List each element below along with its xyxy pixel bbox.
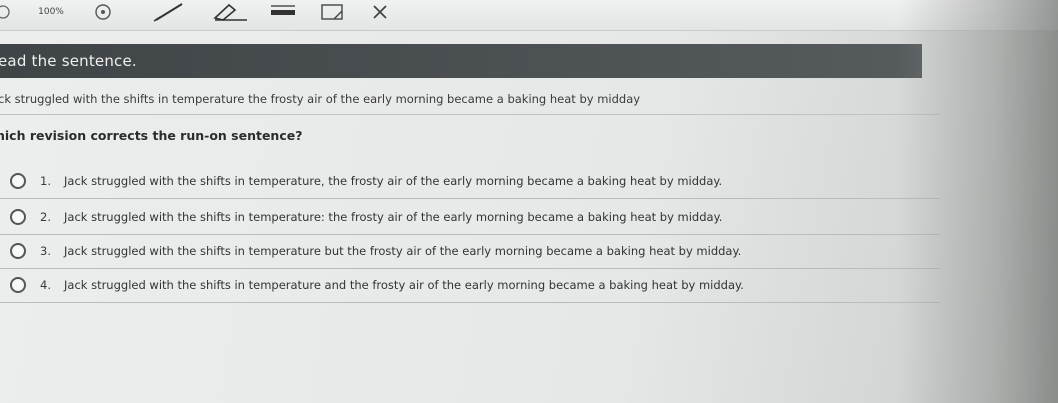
answer-option-3[interactable]: 3. Jack struggled with the shifts in tem… [0,234,940,269]
radio-button[interactable] [10,277,26,293]
question-text: hich revision corrects the run-on senten… [0,127,303,143]
radio-button[interactable] [10,243,26,259]
eraser-icon[interactable] [208,2,250,22]
option-text: Jack struggled with the shifts in temper… [64,210,723,224]
option-number: 2. [40,210,51,224]
answer-option-1[interactable]: 1. Jack struggled with the shifts in tem… [0,164,940,199]
option-text: Jack struggled with the shifts in temper… [64,174,723,188]
instruction-header: ead the sentence. [0,44,922,78]
option-text: Jack struggled with the shifts in temper… [64,244,742,258]
back-arrow-icon[interactable] [0,2,16,22]
answer-option-2[interactable]: 2. Jack struggled with the shifts in tem… [0,200,940,235]
radio-button[interactable] [10,173,26,189]
toolbar: 100% [0,0,1058,31]
run-on-sentence: ck struggled with the shifts in temperat… [0,92,641,106]
pen-icon[interactable] [150,2,190,22]
option-number: 3. [40,244,51,258]
info-icon[interactable] [92,2,114,22]
option-text: Jack struggled with the shifts in temper… [64,278,744,292]
zoom-level: 100% [38,7,64,17]
sentence-row: ck struggled with the shifts in temperat… [0,84,940,115]
question: hich revision corrects the run-on senten… [0,124,302,146]
highlighter-icon[interactable] [268,2,298,22]
note-icon[interactable] [318,2,346,22]
radio-button[interactable] [10,209,26,225]
x-icon[interactable] [368,2,392,22]
answer-option-4[interactable]: 4. Jack struggled with the shifts in tem… [0,268,940,303]
option-number: 4. [40,278,51,292]
instruction-title: ead the sentence. [0,52,137,70]
option-number: 1. [40,174,51,188]
